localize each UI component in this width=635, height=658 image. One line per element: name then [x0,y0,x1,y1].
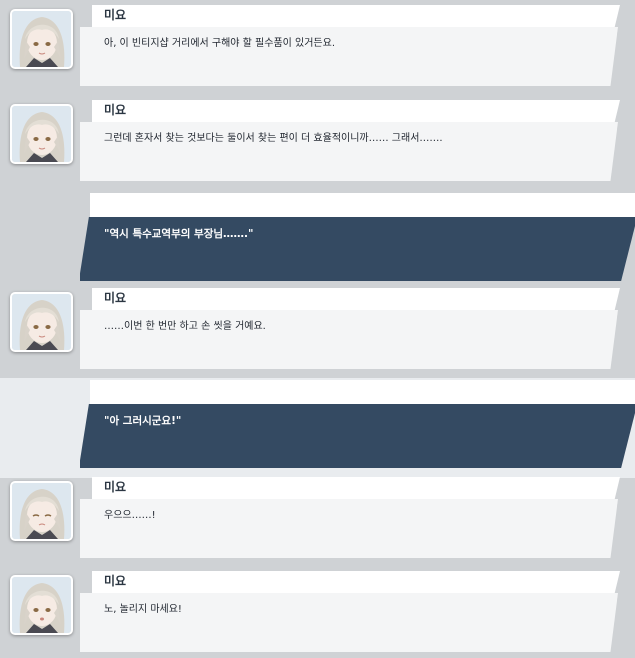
message-bubble [80,499,618,558]
reply-text: "역시 특수교역부의 부장님……." [104,228,254,240]
speaker-name: 미요 [104,103,127,117]
message-text: 노, 놀리지 마세요! [104,604,182,615]
miyo-avatar-icon [10,9,73,69]
npc-message: 미요 노, 놀리지 마세요! [0,566,635,658]
miyo-avatar-icon [10,481,73,541]
speaker-name: 미요 [104,480,127,494]
message-bubble [80,593,618,652]
reply-text: "아 그러시군요!" [104,415,182,427]
reply-header [90,193,635,217]
name-bar [92,100,620,122]
speaker-name: 미요 [104,8,127,22]
miyo-avatar-icon [10,292,73,352]
name-bar [92,5,620,27]
message-bubble [80,122,618,181]
speaker-name: 미요 [104,291,127,305]
npc-message: 미요 우으으……! [0,472,635,564]
miyo-avatar-icon [10,575,73,635]
player-reply: "역시 특수교역부의 부장님……." [0,193,635,285]
message-text: 아, 이 빈티지샵 거리에서 구해야 할 필수품이 있거든요. [104,38,336,49]
chat-feed: 미요 아, 이 빈티지샵 거리에서 구해야 할 필수품이 있거든요. 미요 그런… [0,0,635,658]
message-bubble [80,27,618,86]
npc-message: 미요 아, 이 빈티지샵 거리에서 구해야 할 필수품이 있거든요. [0,0,635,92]
npc-message: 미요 그런데 혼자서 찾는 것보다는 둘이서 찾는 편이 더 효율적이니까…… … [0,95,635,187]
message-text: ……이번 한 번만 하고 손 씻을 거예요. [104,321,266,332]
npc-message: 미요 ……이번 한 번만 하고 손 씻을 거예요. [0,283,635,375]
player-reply: "아 그러시군요!" [0,380,635,472]
message-text: 우으으……! [104,510,156,521]
speaker-name: 미요 [104,574,127,588]
reply-header [90,380,635,404]
miyo-avatar-icon [10,104,73,164]
message-text: 그런데 혼자서 찾는 것보다는 둘이서 찾는 편이 더 효율적이니까…… 그래서… [104,133,443,144]
name-bar [92,571,620,593]
name-bar [92,288,620,310]
name-bar [92,477,620,499]
message-bubble [80,310,618,369]
